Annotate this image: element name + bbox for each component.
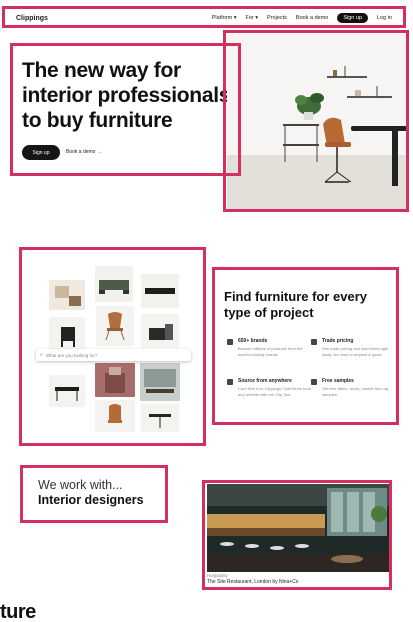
top-navigation: Clippings Platform ▾ For ▾ Projects Book… bbox=[12, 9, 402, 27]
product-tile[interactable] bbox=[49, 280, 85, 310]
product-tile[interactable] bbox=[95, 266, 133, 302]
hero-title-line: The new way for bbox=[22, 59, 181, 82]
product-collage bbox=[40, 262, 192, 432]
overflow-heading-fragment: ture bbox=[0, 601, 36, 622]
hero-interior-image bbox=[227, 34, 407, 210]
nav-login-link[interactable]: Log in bbox=[377, 15, 392, 21]
hero-title-line: to buy furniture bbox=[22, 109, 173, 132]
tag-icon bbox=[311, 339, 317, 345]
interior-scene bbox=[227, 34, 407, 210]
nav-platform-menu[interactable]: Platform ▾ bbox=[212, 15, 237, 21]
product-tile[interactable] bbox=[49, 317, 85, 351]
search-icon: ⌕ bbox=[40, 352, 43, 358]
restaurant-showcase-image[interactable] bbox=[207, 484, 389, 572]
page: Clippings Platform ▾ For ▾ Projects Book… bbox=[0, 0, 413, 622]
feature-free-samples: Free samples Get free fabric, wood, marb… bbox=[311, 378, 397, 397]
feature-title: Trade pricing bbox=[322, 338, 354, 344]
hero-title-line: interior professionals bbox=[22, 84, 231, 107]
document-icon bbox=[227, 379, 233, 385]
showcase-caption: The Site Restaurant, London by Nina+Co bbox=[207, 579, 299, 585]
product-tile[interactable] bbox=[141, 274, 179, 308]
find-furniture-heading: Find furniture for every type of project bbox=[224, 289, 368, 320]
we-work-with-label: We work with... bbox=[38, 478, 123, 492]
feature-text: Get free fabric, wood, marble and rug sa… bbox=[322, 386, 389, 397]
feature-title: Source from anywhere bbox=[238, 378, 292, 384]
feature-trade-pricing: Trade pricing See trade pricing and lead… bbox=[311, 338, 397, 357]
product-tile[interactable] bbox=[49, 375, 85, 407]
nav-book-demo-link[interactable]: Book a demo bbox=[296, 15, 328, 21]
product-tile[interactable] bbox=[140, 363, 180, 401]
feature-text: Browse millions of products from the wor… bbox=[238, 346, 303, 357]
product-tile[interactable] bbox=[96, 306, 134, 346]
product-tile[interactable] bbox=[141, 404, 179, 432]
product-search-input[interactable]: ⌕ What are you looking for? bbox=[36, 349, 191, 361]
feature-text: See trade pricing and lead times right a… bbox=[322, 346, 389, 357]
feature-brands: 650+ brands Browse millions of products … bbox=[227, 338, 313, 357]
box-icon bbox=[311, 379, 317, 385]
nav-for-menu[interactable]: For ▾ bbox=[246, 15, 259, 21]
nav-signup-button[interactable]: Sign up bbox=[337, 13, 368, 23]
feature-text: Can't find it on Clippings? Add items fr… bbox=[238, 386, 312, 397]
feature-title: Free samples bbox=[322, 378, 354, 384]
product-tile[interactable] bbox=[95, 400, 135, 432]
product-tile[interactable] bbox=[141, 314, 179, 348]
nav-projects-link[interactable]: Projects bbox=[267, 15, 287, 21]
hero-book-demo-link[interactable]: Book a demo → bbox=[66, 149, 102, 155]
showcase-category: Hospitality bbox=[207, 573, 228, 578]
feature-title: 650+ brands bbox=[238, 338, 268, 344]
audience-label: Interior designers bbox=[38, 493, 144, 507]
search-placeholder: What are you looking for? bbox=[46, 352, 98, 358]
grid-icon bbox=[227, 339, 233, 345]
hero-signup-button[interactable]: Sign up bbox=[22, 145, 60, 160]
feature-source-anywhere: Source from anywhere Can't find it on Cl… bbox=[227, 378, 313, 397]
hero-title: The new way for interior professionals t… bbox=[22, 58, 247, 133]
product-tile[interactable] bbox=[95, 363, 135, 397]
restaurant-scene bbox=[207, 484, 389, 572]
clippings-logo[interactable]: Clippings bbox=[16, 15, 48, 22]
nav-links: Platform ▾ For ▾ Projects Book a demo Si… bbox=[212, 13, 392, 23]
